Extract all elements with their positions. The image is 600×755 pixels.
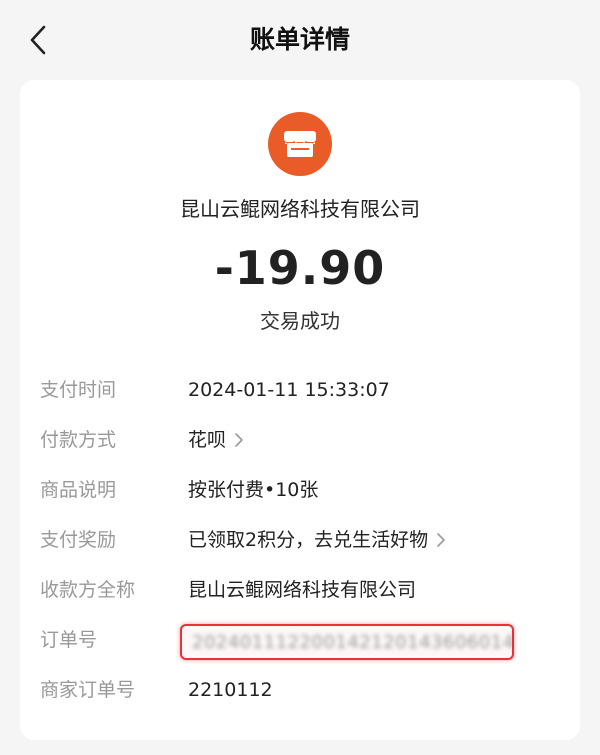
detail-row-merchant-order: 商家订单号 2210112 <box>20 670 580 710</box>
row-label: 订单号 <box>40 629 98 651</box>
header: 账单详情 <box>0 0 600 80</box>
row-value: 已领取2积分，去兑生活好物 <box>188 529 429 551</box>
row-value: 昆山云鲲网络科技有限公司 <box>188 579 417 601</box>
row-value: 2024-01-11 15:33:07 <box>188 379 390 401</box>
redacted-order-number: 2024011122001421201436060149 <box>180 624 514 660</box>
row-value: 花呗 <box>188 429 227 451</box>
chevron-right-icon <box>436 532 446 548</box>
page-title: 账单详情 <box>249 25 350 54</box>
row-label: 支付奖励 <box>40 529 117 551</box>
reward-link[interactable]: 已领取2积分，去兑生活好物 <box>188 526 446 554</box>
row-value: 2210112 <box>188 679 273 701</box>
detail-row-reward[interactable]: 支付奖励 已领取2积分，去兑生活好物 <box>20 520 580 560</box>
detail-row-order-number: 订单号 2024011122001421201436060149 <box>20 620 580 660</box>
payment-method-link[interactable]: 花呗 <box>188 426 244 454</box>
chevron-right-icon <box>234 432 244 448</box>
row-value: 2024011122001421201436060149 <box>192 631 514 653</box>
row-value: 按张付费•10张 <box>188 479 319 501</box>
detail-row-payee: 收款方全称 昆山云鲲网络科技有限公司 <box>20 570 580 610</box>
row-label: 付款方式 <box>40 429 117 451</box>
detail-row-pay-time: 支付时间 2024-01-11 15:33:07 <box>20 370 580 410</box>
transaction-status: 交易成功 <box>260 309 340 333</box>
row-label: 支付时间 <box>40 379 117 401</box>
merchant-name: 昆山云鲲网络科技有限公司 <box>180 197 420 221</box>
row-label: 收款方全称 <box>40 579 136 601</box>
store-icon <box>283 131 317 157</box>
row-label: 商品说明 <box>40 479 117 501</box>
merchant-logo <box>268 112 332 176</box>
detail-row-product-desc: 商品说明 按张付费•10张 <box>20 470 580 510</box>
detail-row-payment-method[interactable]: 付款方式 花呗 <box>20 420 580 460</box>
transaction-amount: -19.90 <box>214 241 386 295</box>
bill-detail-card: 昆山云鲲网络科技有限公司 -19.90 交易成功 支付时间 2024-01-11… <box>20 80 580 740</box>
row-label: 商家订单号 <box>40 679 136 701</box>
